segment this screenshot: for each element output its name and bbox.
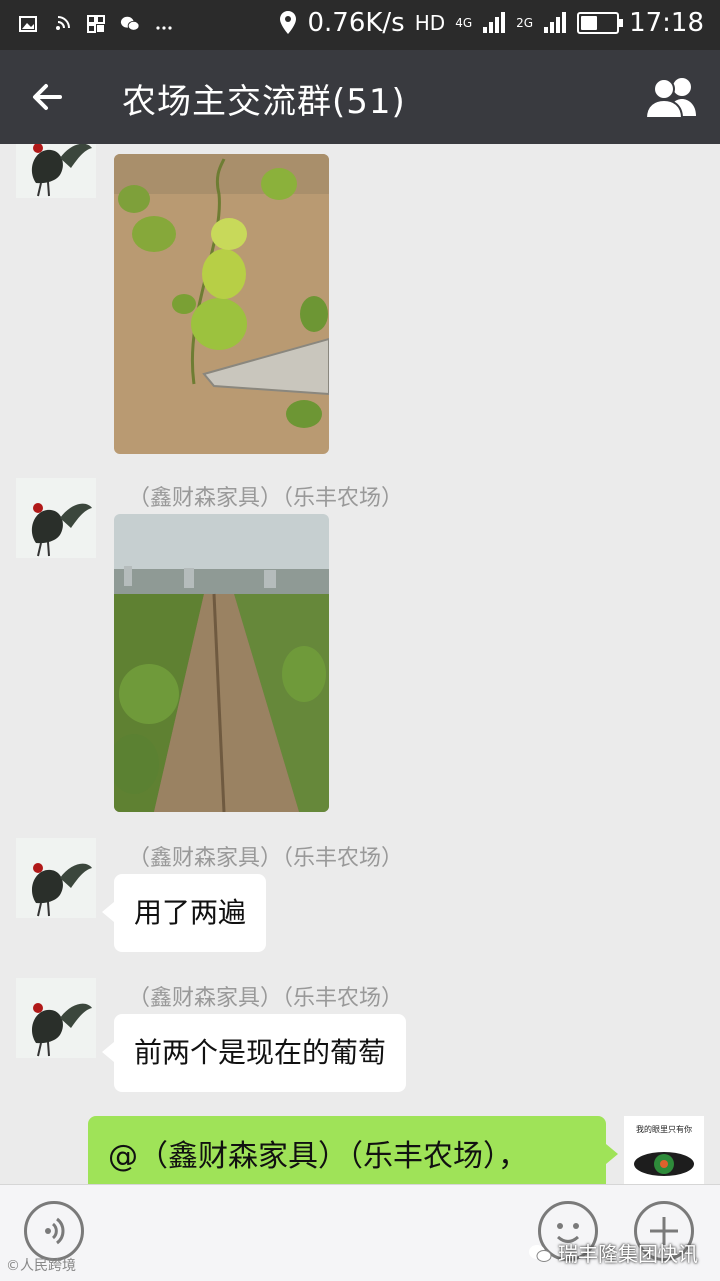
rooster-avatar-icon	[16, 144, 96, 198]
voice-input-button[interactable]	[24, 1201, 84, 1261]
chat-message-list[interactable]: （鑫财森家具）（乐丰农场） （鑫财森家具）（乐丰农场） 用了两遍 （鑫财森家具）…	[0, 144, 720, 1184]
battery-icon	[577, 12, 624, 34]
sender-name: （鑫财森家具）（乐丰农场）	[128, 486, 404, 511]
wechat-icon	[120, 16, 140, 31]
signal-bars-icon	[483, 12, 506, 33]
message-bubble[interactable]: 前两个是现在的葡萄	[101, 1014, 407, 1092]
image-icon	[19, 16, 37, 32]
back-arrow-icon[interactable]	[24, 74, 72, 120]
net-type-1: 4G	[455, 16, 473, 30]
chat-image-grape-field[interactable]	[114, 514, 329, 812]
page-title: 农场主交流群(51)	[122, 82, 406, 122]
watermark-right: 瑞丰隆集团快讯	[528, 1238, 698, 1267]
watermark-right-text: 瑞丰隆集团快讯	[558, 1242, 698, 1266]
hd-label: HD	[414, 11, 446, 35]
signal-bars-icon-2	[544, 12, 567, 33]
avatar[interactable]	[16, 978, 96, 1058]
network-speed: 0.76K/s	[307, 8, 405, 38]
rooster-avatar-icon	[16, 978, 96, 1058]
rooster-avatar-icon	[16, 478, 96, 558]
more-dots-icon	[156, 26, 172, 30]
clock: 17:18	[629, 8, 704, 38]
chat-input-bar: ©人民跨境 瑞丰隆集团快讯	[0, 1184, 720, 1281]
avatar[interactable]	[16, 838, 96, 918]
net-type-2: 2G	[516, 16, 534, 30]
chat-image-grape-seedling[interactable]	[114, 154, 329, 454]
voice-input-icon	[45, 1217, 65, 1245]
watermark-left: ©人民跨境	[6, 1258, 76, 1274]
sender-name: （鑫财森家具）（乐丰农场）	[128, 846, 404, 871]
chat-header: 农场主交流群(51)	[0, 50, 720, 144]
status-bar: 0.76K/s HD 4G 2G 17:18	[0, 0, 720, 50]
avatar[interactable]	[16, 478, 96, 558]
wechat-icon	[529, 1244, 552, 1262]
sender-name: （鑫财森家具）（乐丰农场）	[128, 986, 404, 1011]
my-message-bubble[interactable]: @（鑫财森家具）（乐丰农场），	[88, 1116, 618, 1184]
my-avatar[interactable]: 我的眼里只有你	[624, 1116, 704, 1184]
message-bubble[interactable]: 用了两遍	[101, 874, 267, 952]
location-pin-icon	[280, 11, 297, 34]
my-avatar-caption: 我的眼里只有你	[636, 1125, 692, 1134]
signal-cast-icon	[56, 16, 70, 30]
app-grid-icon	[87, 15, 105, 33]
rooster-avatar-icon	[16, 838, 96, 918]
avatar[interactable]	[16, 144, 96, 198]
group-members-icon[interactable]	[642, 74, 702, 120]
